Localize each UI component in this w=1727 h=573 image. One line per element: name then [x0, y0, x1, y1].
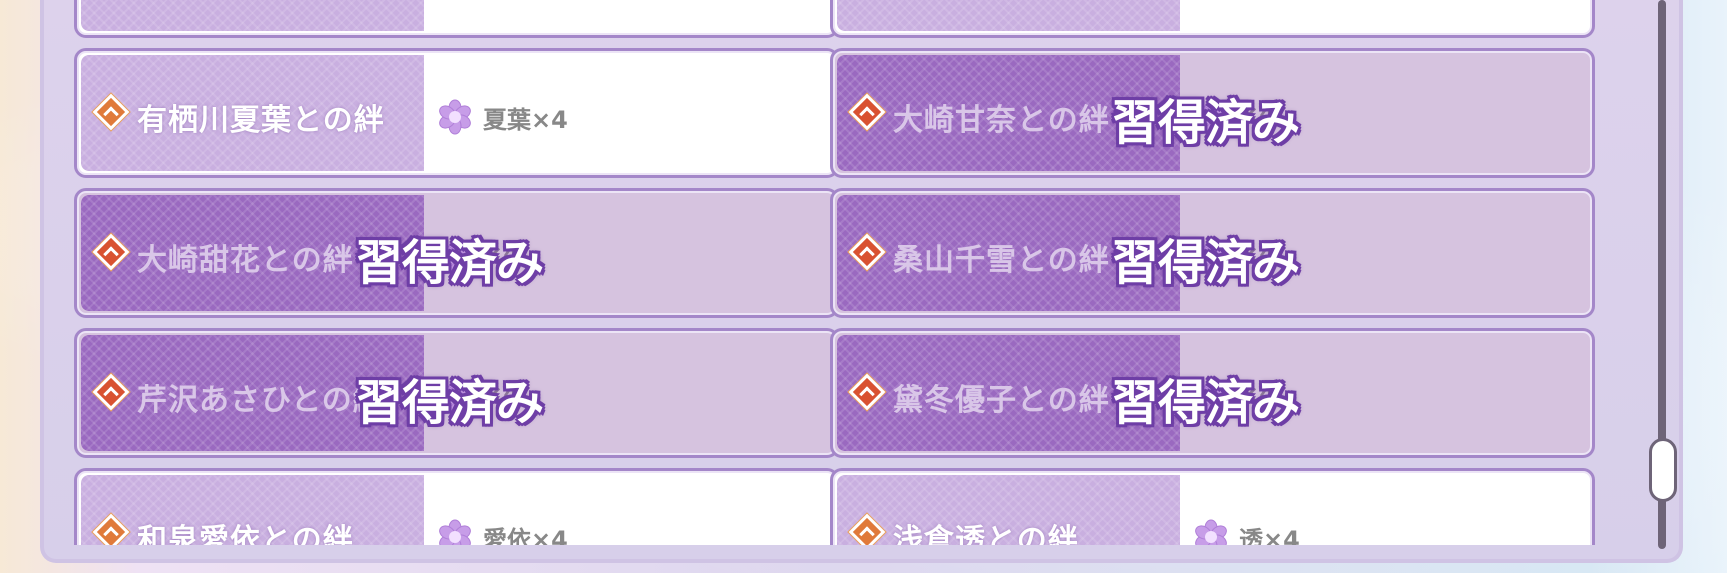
bond-skill-card[interactable]: 有栖川夏葉との絆 夏葉×4: [74, 48, 839, 178]
bond-skill-card[interactable]: 和泉愛依との絆 愛依×4: [74, 468, 839, 545]
bond-skill-card[interactable]: [830, 0, 1595, 38]
flower-icon: [1193, 519, 1229, 545]
bond-skill-card[interactable]: 浅倉透との絆 透×4: [830, 468, 1595, 545]
bond-skill-name: 大崎甜花との絆: [137, 243, 354, 278]
bond-skill-list: 有栖川夏葉との絆 夏葉×4 大崎甘奈との絆 ×4 習得済み 大崎甜花との絆 ×4 習得済み 桑山…: [74, 0, 1634, 545]
bond-skill-name: 大崎甘奈との絆: [893, 103, 1110, 138]
bond-skill-name: 有栖川夏葉との絆: [137, 103, 385, 138]
learned-badge: 習得済み: [1111, 95, 1300, 151]
learned-badge: 習得済み: [1111, 235, 1300, 291]
bond-skill-card[interactable]: 大崎甜花との絆 ×4 習得済み: [74, 188, 839, 318]
learned-badge: 習得済み: [355, 235, 544, 291]
card-name-panel: [81, 0, 424, 31]
flower-icon: [437, 519, 473, 545]
bond-skill-card[interactable]: 黛冬優子との絆 ×4 習得済み: [830, 328, 1595, 458]
bond-skill-name: 桑山千雪との絆: [893, 243, 1110, 278]
learned-badge: 習得済み: [355, 375, 544, 431]
required-count: 透×4: [1239, 526, 1300, 545]
required-count: 愛依×4: [483, 526, 568, 545]
bond-skill-card[interactable]: 大崎甘奈との絆 ×4 習得済み: [830, 48, 1595, 178]
bond-skill-name: 芹沢あさひとの絆: [137, 383, 384, 418]
bond-skill-card[interactable]: [74, 0, 839, 38]
required-count: 夏葉×4: [483, 106, 568, 134]
card-name-panel: [837, 0, 1180, 31]
flower-icon: [437, 99, 473, 135]
skill-panel: 有栖川夏葉との絆 夏葉×4 大崎甘奈との絆 ×4 習得済み 大崎甜花との絆 ×4 習得済み 桑山…: [40, 0, 1683, 563]
learned-badge: 習得済み: [1111, 375, 1300, 431]
bond-skill-card[interactable]: 桑山千雪との絆 ×4 習得済み: [830, 188, 1595, 318]
scrollbar-thumb[interactable]: [1649, 438, 1677, 502]
bond-skill-name: 浅倉透との絆: [893, 523, 1079, 545]
bond-skill-card[interactable]: 芹沢あさひとの絆 ×4 習得済み: [74, 328, 839, 458]
bond-skill-name: 黛冬優子との絆: [893, 383, 1110, 418]
bond-skill-name: 和泉愛依との絆: [137, 523, 354, 545]
